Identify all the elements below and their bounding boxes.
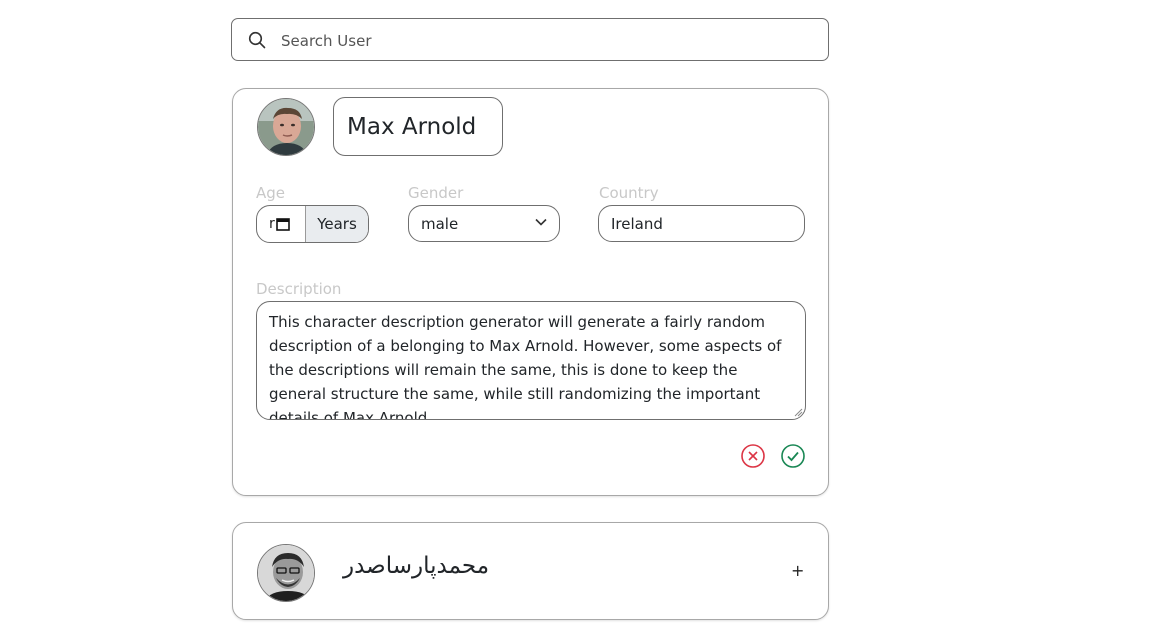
age-unit-addon: Years xyxy=(306,206,368,242)
age-value: r xyxy=(269,216,275,232)
gender-value: male xyxy=(421,214,459,233)
description-text: This character description generator wil… xyxy=(269,313,782,420)
calendar-icon[interactable] xyxy=(275,217,290,231)
confirm-button[interactable] xyxy=(780,443,806,469)
search-icon xyxy=(248,31,266,49)
country-value: Ireland xyxy=(611,214,663,233)
cancel-circle-icon xyxy=(741,444,765,468)
description-textarea[interactable]: This character description generator wil… xyxy=(256,301,806,420)
user-card-expanded: Max Arnold Age Gender Country r Years ma… xyxy=(232,88,829,496)
user-name: محمدپارساصدر xyxy=(343,553,490,579)
check-circle-icon xyxy=(781,444,805,468)
age-label: Age xyxy=(256,184,286,202)
gender-label: Gender xyxy=(408,184,464,202)
user-card-collapsed[interactable]: محمدپارساصدر + xyxy=(232,522,829,620)
search-input[interactable] xyxy=(279,27,813,55)
age-field-group: r Years xyxy=(256,205,369,243)
avatar xyxy=(257,98,315,156)
resize-handle-icon[interactable] xyxy=(794,408,803,417)
country-input[interactable]: Ireland xyxy=(598,205,805,242)
age-input[interactable]: r xyxy=(257,206,306,242)
description-label: Description xyxy=(256,280,342,298)
search-bar[interactable] xyxy=(231,18,829,61)
cancel-button[interactable] xyxy=(740,443,766,469)
avatar xyxy=(257,544,315,602)
chevron-down-icon xyxy=(535,218,547,226)
name-field[interactable]: Max Arnold xyxy=(333,97,503,156)
expand-button[interactable]: + xyxy=(791,563,804,579)
gender-select[interactable]: male xyxy=(408,205,560,242)
country-label: Country xyxy=(599,184,659,202)
